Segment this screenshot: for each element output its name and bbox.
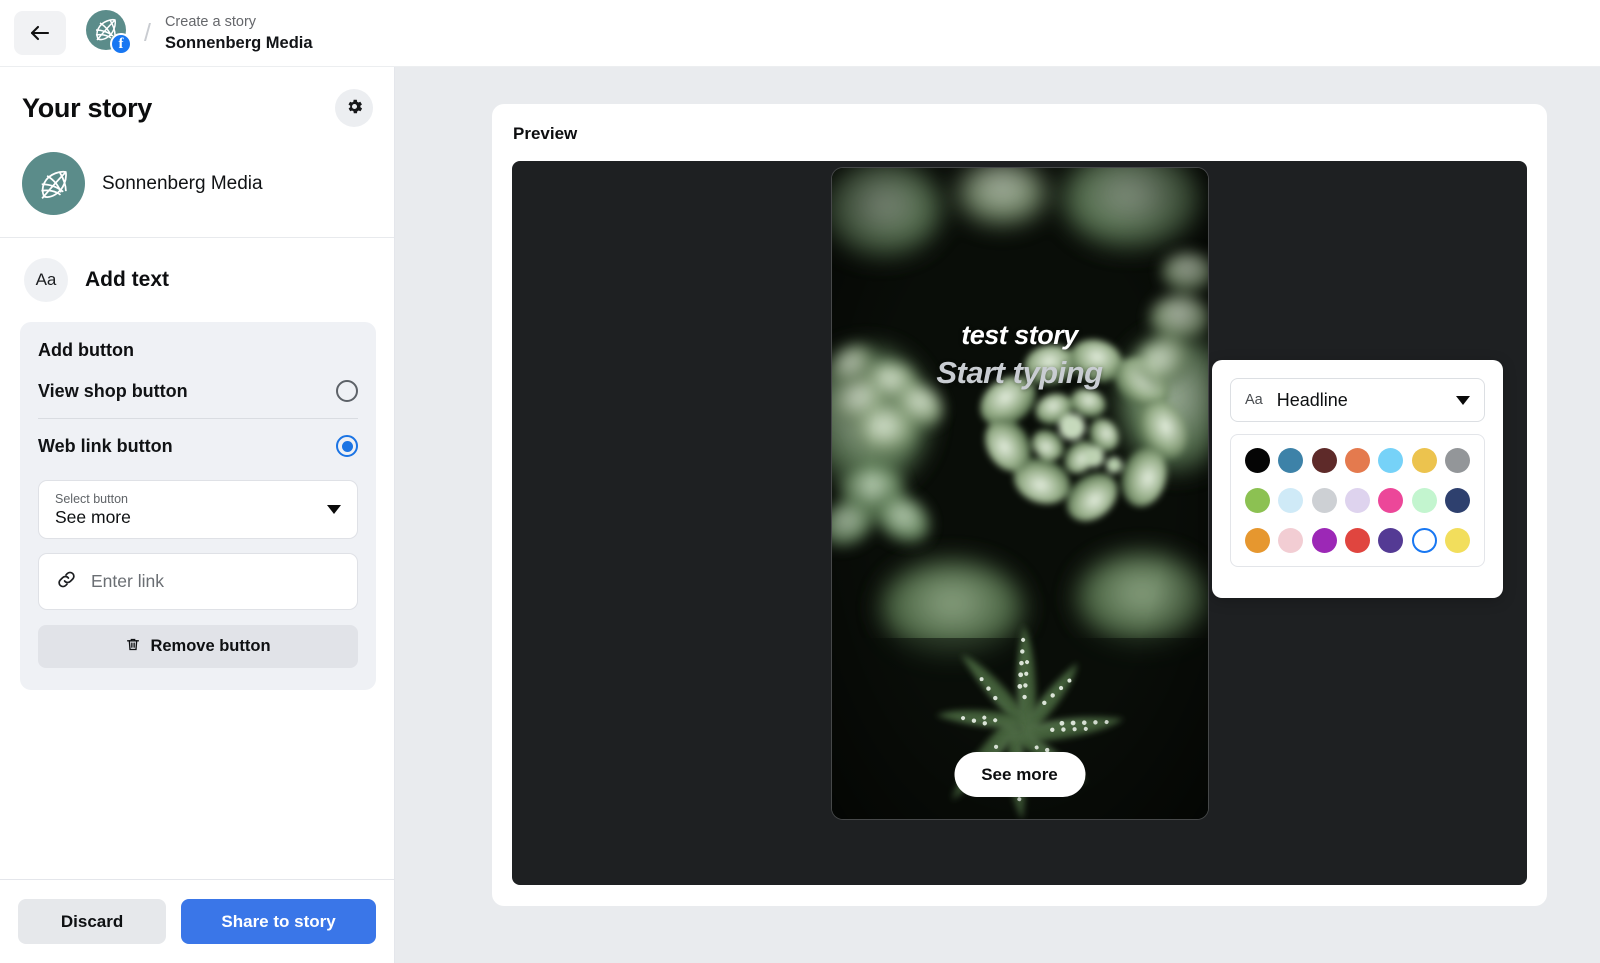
font-style-dropdown[interactable]: Aa Headline	[1230, 378, 1485, 422]
color-swatch[interactable]	[1378, 488, 1404, 513]
arrow-left-icon	[28, 21, 52, 45]
color-swatch[interactable]	[1444, 448, 1470, 473]
brand-logo: f	[86, 10, 132, 56]
option-label: View shop button	[38, 380, 188, 401]
color-swatch[interactable]	[1344, 448, 1370, 473]
sidebar: Your story Sonnenberg Media Aa Add text …	[0, 67, 395, 963]
story-composer-app: f / Create a story Sonnenberg Media Your…	[0, 0, 1600, 963]
select-button-dropdown[interactable]: Select button See more	[38, 480, 358, 539]
color-swatch[interactable]	[1344, 528, 1370, 553]
chevron-down-icon	[1456, 395, 1470, 405]
swatch-row	[1245, 448, 1470, 473]
breadcrumb-account: Sonnenberg Media	[164, 33, 313, 52]
add-text-row[interactable]: Aa Add text	[0, 238, 394, 320]
color-swatch[interactable]	[1378, 528, 1404, 553]
color-swatch[interactable]	[1278, 488, 1304, 513]
link-icon	[55, 568, 78, 596]
swatch-row	[1245, 488, 1470, 513]
select-value: See more	[55, 506, 131, 527]
color-swatch[interactable]	[1278, 448, 1304, 473]
color-swatch-grid	[1230, 434, 1485, 567]
share-to-story-button[interactable]: Share to story	[181, 899, 376, 944]
settings-button[interactable]	[335, 89, 373, 127]
color-swatch[interactable]	[1311, 448, 1337, 473]
story-cta-button[interactable]: See more	[954, 752, 1085, 797]
text-aa-icon: Aa	[24, 258, 68, 302]
story-text-line-2: Start typing	[936, 354, 1103, 390]
breadcrumb-title: Create a story	[164, 13, 257, 30]
text-style-popover: Aa Headline	[1212, 360, 1503, 598]
discard-button[interactable]: Discard	[18, 899, 167, 944]
option-label: Web link button	[38, 435, 173, 456]
font-style-value: Headline	[1276, 389, 1348, 410]
link-input[interactable]: Enter link	[91, 571, 164, 592]
color-swatch[interactable]	[1311, 528, 1337, 553]
color-swatch[interactable]	[1411, 448, 1437, 473]
sidebar-footer: Discard Share to story	[0, 879, 394, 963]
page-title: Your story	[22, 93, 153, 123]
radio-web-link[interactable]	[336, 435, 358, 457]
preview-label: Preview	[513, 124, 578, 143]
breadcrumb-separator: /	[144, 18, 151, 47]
add-button-panel: Add button View shop button Web link but…	[20, 322, 376, 690]
breadcrumb: Create a story Sonnenberg Media	[165, 13, 313, 54]
account-row: Sonnenberg Media	[22, 152, 372, 215]
story-text-line-1: test story	[961, 320, 1078, 350]
swatch-row	[1245, 528, 1470, 553]
select-caption: Select button	[55, 491, 128, 506]
story-text-overlay[interactable]: test story Start typing	[832, 320, 1208, 391]
add-button-title: Add button	[38, 340, 134, 360]
color-swatch[interactable]	[1344, 488, 1370, 513]
radio-view-shop[interactable]	[336, 380, 358, 402]
link-input-wrapper[interactable]: Enter link	[38, 553, 358, 610]
color-swatch[interactable]	[1411, 488, 1437, 513]
font-aa-icon: Aa	[1245, 392, 1263, 408]
facebook-badge-icon: f	[110, 33, 132, 55]
color-swatch[interactable]	[1245, 448, 1270, 473]
story-background-image	[831, 168, 1208, 819]
trash-icon	[125, 636, 141, 658]
chevron-down-icon	[327, 505, 341, 514]
color-swatch[interactable]	[1245, 528, 1270, 553]
color-swatch[interactable]	[1311, 488, 1337, 513]
add-text-label: Add text	[85, 268, 169, 291]
remove-button[interactable]: Remove button	[38, 625, 358, 668]
color-swatch[interactable]	[1278, 528, 1304, 553]
story-frame[interactable]: test story Start typing See more	[831, 168, 1208, 819]
gear-icon	[345, 97, 364, 119]
option-view-shop-button[interactable]: View shop button	[38, 371, 358, 412]
remove-button-label: Remove button	[150, 637, 271, 655]
avatar	[22, 152, 85, 215]
color-swatch[interactable]	[1245, 488, 1270, 513]
account-name: Sonnenberg Media	[102, 172, 263, 194]
sidebar-header: Your story Sonnenberg Media	[0, 67, 394, 238]
color-swatch[interactable]	[1444, 528, 1470, 553]
option-web-link-button[interactable]: Web link button	[38, 418, 358, 467]
color-swatch[interactable]	[1378, 448, 1404, 473]
color-swatch[interactable]	[1444, 488, 1470, 513]
top-bar: f / Create a story Sonnenberg Media	[0, 0, 1600, 67]
back-button[interactable]	[14, 11, 66, 55]
color-swatch-selected[interactable]	[1411, 528, 1437, 553]
